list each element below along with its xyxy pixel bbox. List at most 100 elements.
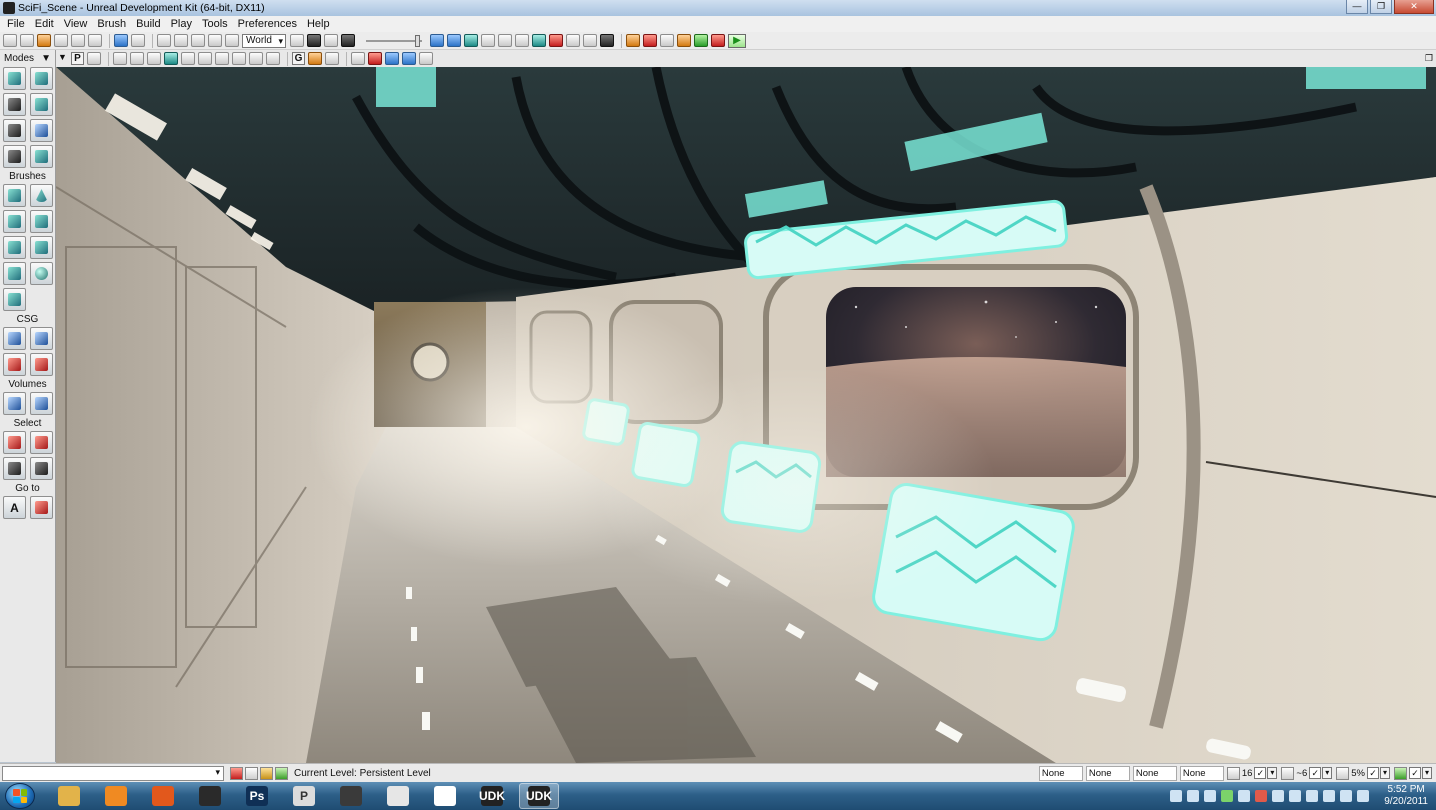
grid-snap-icon[interactable] (1226, 766, 1240, 780)
menu-view[interactable]: View (59, 18, 93, 30)
menu-help[interactable]: Help (302, 18, 335, 30)
menu-play[interactable]: Play (166, 18, 197, 30)
minimize-button[interactable]: — (1346, 0, 1368, 14)
cube-brush-button[interactable] (3, 184, 26, 207)
curved-stair-brush-button[interactable] (3, 210, 26, 233)
new-file-icon[interactable] (3, 34, 17, 47)
tray-app2-icon[interactable] (1272, 790, 1285, 802)
taskbar-firefox-button[interactable] (143, 783, 183, 809)
shader-complexity-icon[interactable] (249, 52, 263, 65)
taskbar-unity-button[interactable] (190, 783, 230, 809)
perspective-viewport[interactable] (56, 67, 1436, 763)
kismet-icon[interactable] (307, 34, 321, 47)
cylinder-brush-button[interactable] (30, 210, 53, 233)
binoculars-icon[interactable] (290, 34, 304, 47)
tray-perforce-icon[interactable] (1187, 790, 1200, 802)
slider-thumb[interactable] (415, 34, 420, 47)
grid-size-dropdown[interactable]: ▾ (1267, 767, 1278, 779)
tray-app-icon[interactable] (1204, 790, 1217, 802)
rotation-snap-checkbox[interactable]: ✓ (1309, 767, 1322, 779)
camera-mode-button[interactable] (3, 67, 26, 90)
matinee-icon[interactable] (324, 34, 338, 47)
menu-preferences[interactable]: Preferences (233, 18, 302, 30)
tray-flag-icon[interactable] (1357, 790, 1370, 802)
scale-snap-dropdown[interactable]: ▾ (1380, 767, 1390, 779)
wireframe-icon[interactable] (130, 52, 144, 65)
tool-icon-b[interactable] (549, 34, 563, 47)
csg-deintersect-button[interactable] (30, 353, 53, 376)
autosave-checkbox[interactable]: ✓ (1409, 767, 1421, 779)
maximize-viewport-icon[interactable] (385, 52, 399, 65)
tool-icon-a[interactable] (532, 34, 546, 47)
tray-audio-device-icon[interactable] (1238, 790, 1251, 802)
launch-icon[interactable] (694, 34, 708, 47)
tray-volume-icon[interactable] (1340, 790, 1353, 802)
tray-power-icon[interactable] (1323, 790, 1336, 802)
goto-builder-brush-button[interactable] (30, 496, 53, 519)
menu-edit[interactable]: Edit (30, 18, 59, 30)
hide-selected-button[interactable] (30, 431, 53, 454)
open-file-icon[interactable] (20, 34, 34, 47)
lightmap-density-icon[interactable] (266, 52, 280, 65)
terrain-mode-button[interactable] (3, 93, 26, 116)
show-selected-button[interactable] (3, 431, 26, 454)
scale-snap-icon[interactable] (1336, 766, 1350, 780)
play-in-viewport-icon[interactable] (402, 52, 416, 65)
tray-network-icon[interactable] (1170, 790, 1183, 802)
coordinate-system-dropdown[interactable]: World (242, 33, 286, 48)
mesh-paint-mode-button[interactable] (30, 119, 53, 142)
add-volume-button[interactable] (3, 392, 26, 415)
save-as-icon[interactable] (71, 34, 85, 47)
camera-icon[interactable] (351, 52, 365, 65)
taskbar-media-player-button[interactable] (96, 783, 136, 809)
taskbar-udk-1-button[interactable]: UDK (472, 783, 512, 809)
play-in-editor-icon[interactable] (626, 34, 640, 47)
csg-add-button[interactable] (3, 327, 26, 350)
tray-alert-icon[interactable] (1255, 790, 1268, 802)
redo-icon[interactable] (131, 34, 145, 47)
add-special-button[interactable] (30, 392, 53, 415)
menu-brush[interactable]: Brush (92, 18, 131, 30)
lock-icon[interactable] (308, 52, 322, 65)
taskbar-photoshop-button[interactable]: Ps (237, 783, 277, 809)
menu-file[interactable]: File (2, 18, 30, 30)
eye-icon[interactable] (325, 52, 339, 65)
tray-display-icon[interactable] (1306, 790, 1319, 802)
volumetric-brush-button[interactable] (3, 288, 26, 311)
restore-viewport-icon[interactable]: ❐ (1425, 53, 1433, 64)
viewport-menu-icon[interactable]: ▼ (58, 52, 68, 65)
play-on-pc-icon[interactable] (643, 34, 657, 47)
sheet-brush-button[interactable] (30, 236, 53, 259)
sphere-brush-button[interactable] (30, 262, 53, 285)
command-input[interactable] (2, 765, 224, 781)
tool-icon-c[interactable] (566, 34, 580, 47)
rotation-snap-icon[interactable] (1281, 766, 1295, 780)
taskbar-app-9-button[interactable] (425, 783, 465, 809)
kismet-debug-icon[interactable] (711, 34, 725, 47)
build-cover-icon[interactable] (481, 34, 495, 47)
autosave-dropdown[interactable]: ▾ (1422, 767, 1432, 779)
realtime-icon[interactable] (87, 52, 101, 65)
scale-snap-checkbox[interactable]: ✓ (1367, 767, 1379, 779)
tool-icon-e[interactable] (600, 34, 614, 47)
taskbar-app-7-button[interactable] (331, 783, 371, 809)
publish-icon[interactable] (660, 34, 674, 47)
start-button[interactable] (5, 783, 35, 809)
build-paths-icon[interactable] (464, 34, 478, 47)
grid-snap-checkbox[interactable]: ✓ (1254, 767, 1267, 779)
autosave-icon[interactable] (1394, 766, 1407, 780)
brush-wireframe-icon[interactable] (113, 52, 127, 65)
scale-tool-icon[interactable] (208, 34, 222, 47)
record-icon[interactable] (368, 52, 382, 65)
viewport-options-icon[interactable] (419, 52, 433, 65)
texture-mode-button[interactable] (3, 119, 26, 142)
geometry-mode-button[interactable] (30, 67, 53, 90)
cook-icon[interactable] (677, 34, 691, 47)
tray-nvidia-icon[interactable] (1221, 790, 1234, 802)
tool-icon-d[interactable] (583, 34, 597, 47)
csg-subtract-button[interactable] (30, 327, 53, 350)
menu-tools[interactable]: Tools (197, 18, 233, 30)
camera-speed-slider[interactable] (366, 34, 422, 48)
modes-dropdown-icon[interactable]: ▼ (41, 53, 51, 64)
udk-app-icon[interactable] (3, 2, 15, 14)
